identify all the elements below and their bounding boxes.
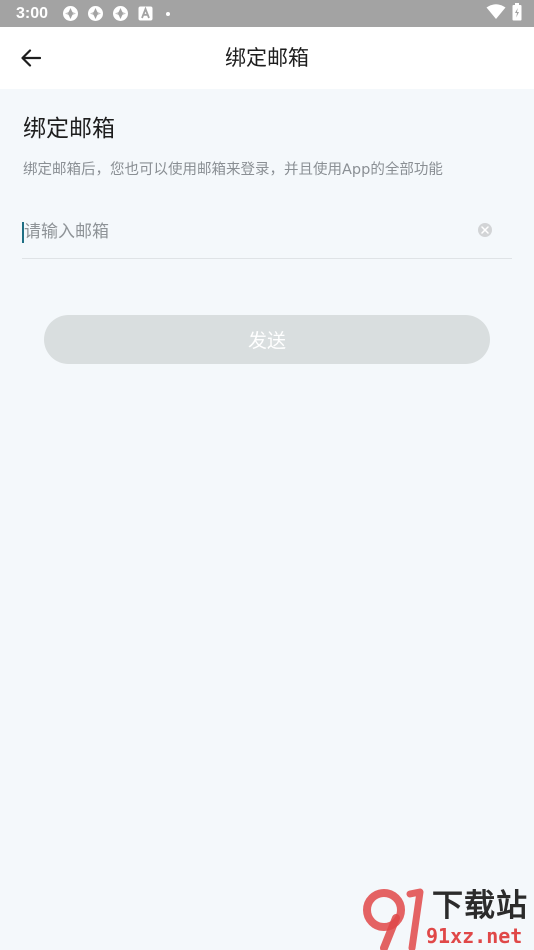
system-icons (486, 2, 522, 25)
send-button[interactable]: 发送 (44, 315, 490, 364)
watermark-logo-icon (363, 888, 424, 950)
aperture-icon (87, 5, 104, 22)
wifi-icon (486, 3, 506, 24)
page-title: 绑定邮箱 (225, 46, 309, 70)
section-heading: 绑定邮箱 (23, 116, 115, 142)
battery-icon (512, 2, 522, 25)
section-description: 绑定邮箱后，您也可以使用邮箱来登录，并且使用App的全部功能 (23, 162, 443, 178)
aperture-icon (62, 5, 79, 22)
aperture-icon (112, 5, 129, 22)
clear-circle-icon (481, 226, 489, 234)
site-watermark: 下载站 91xz.net (362, 888, 534, 950)
more-notifications-dot-icon (166, 11, 171, 16)
app-bar: 绑定邮箱 (0, 27, 534, 89)
watermark-name: 下载站 (432, 888, 528, 924)
email-field-container (22, 205, 512, 259)
screen: 3:00 绑定邮箱 绑定邮箱 绑定邮箱后，您也可以使用邮箱来登录，并且使用App… (0, 0, 534, 950)
status-time: 3:00 (16, 4, 49, 22)
app-a-icon (137, 5, 154, 22)
email-input[interactable] (24, 217, 464, 247)
status-bar: 3:00 (0, 0, 534, 27)
clear-input-button[interactable] (478, 223, 492, 237)
notification-icons (62, 5, 171, 22)
watermark-domain: 91xz.net (426, 924, 523, 948)
